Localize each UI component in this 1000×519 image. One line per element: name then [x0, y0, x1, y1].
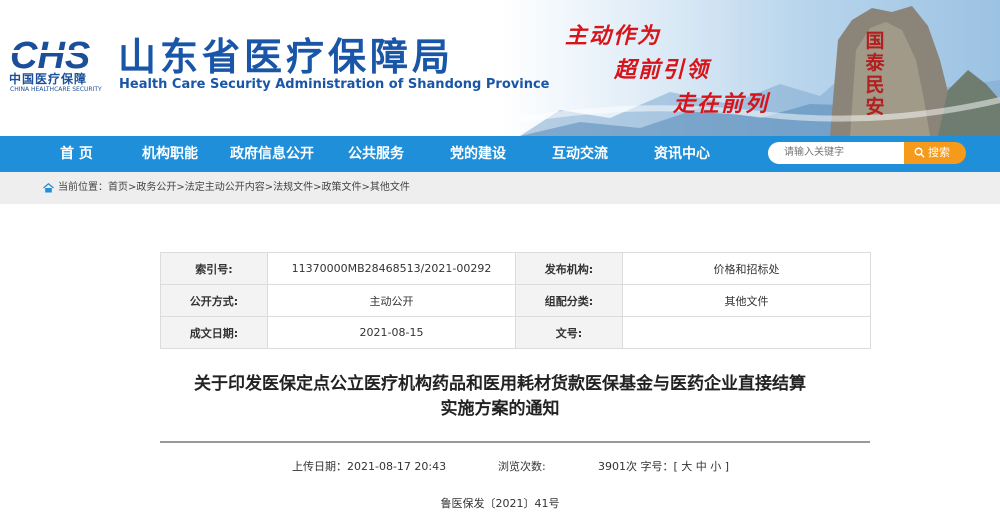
nav-item-party[interactable]: 党的建设 — [450, 136, 506, 172]
views-and-font-size[interactable]: 3901次 字号：[ 大 中 小 ] — [598, 458, 729, 474]
upload-date: 上传日期：2021-08-17 20:43 — [292, 460, 447, 473]
slogan-line-1: 主动作为 — [565, 23, 662, 49]
search-icon — [914, 147, 925, 158]
document-title-line-1: 关于印发医保定点公立医疗机构药品和医用耗材货款医保基金与医药企业直接结算 — [194, 374, 806, 394]
breadcrumb[interactable]: 当前位置：首页>政务公开>法定主动公开内容>法规文件>政策文件>其他文件 — [58, 172, 410, 204]
index-label: 索引号: — [160, 252, 268, 285]
site-subtitle: Health Care Security Administration of S… — [119, 77, 550, 92]
slogan-line-3: 走在前列 — [673, 91, 770, 117]
slogan-line-2: 超前引领 — [614, 57, 711, 83]
document-number: 鲁医保发〔2021〕41号 — [440, 497, 560, 510]
views-label: 浏览次数: — [498, 460, 546, 473]
category-value: 其他文件 — [622, 284, 871, 317]
nav-item-functions[interactable]: 机构职能 — [142, 136, 198, 172]
nav-item-news[interactable]: 资讯中心 — [654, 136, 710, 172]
svg-text:CHS: CHS — [10, 35, 90, 74]
publisher-label: 发布机构: — [515, 252, 623, 285]
docno-value — [622, 316, 871, 349]
open-mode-value: 主动公开 — [267, 284, 516, 317]
index-value: 11370000MB28468513/2021-00292 — [267, 252, 516, 285]
nav-item-gov-info[interactable]: 政府信息公开 — [230, 136, 314, 172]
search-button-label: 搜索 — [928, 146, 950, 159]
breadcrumb-bar: 当前位置：首页>政务公开>法定主动公开内容>法规文件>政策文件>其他文件 — [0, 172, 1000, 204]
date-value: 2021-08-15 — [267, 316, 516, 349]
document-meta-table: 索引号: 11370000MB28468513/2021-00292 发布机构:… — [160, 252, 871, 349]
title-divider — [160, 441, 870, 443]
rock-inscription: 国泰民安 — [865, 30, 885, 118]
chs-logo-icon: CHS — [10, 35, 94, 74]
site-title: 山东省医疗保障局 — [118, 34, 455, 79]
nav-item-home[interactable]: 首 页 — [60, 136, 93, 172]
docno-label: 文号: — [515, 316, 623, 349]
publisher-value: 价格和招标处 — [622, 252, 871, 285]
logo-chinese-text: 中国医疗保障 — [9, 72, 88, 86]
site-header: CHS 中国医疗保障 CHINA HEALTHCARE SECURITY 山东省… — [0, 0, 1000, 136]
category-label: 组配分类: — [515, 284, 623, 317]
date-label: 成文日期: — [160, 316, 268, 349]
document-title-line-2: 实施方案的通知 — [440, 399, 560, 419]
search-button[interactable]: 搜索 — [904, 142, 966, 164]
nav-item-public-service[interactable]: 公共服务 — [348, 136, 404, 172]
document-title: 关于印发医保定点公立医疗机构药品和医用耗材货款医保基金与医药企业直接结算 实施方… — [130, 372, 870, 422]
home-icon — [43, 183, 54, 193]
search-input[interactable] — [768, 142, 904, 164]
open-mode-label: 公开方式: — [160, 284, 268, 317]
logo-english-text: CHINA HEALTHCARE SECURITY — [10, 86, 102, 93]
nav-item-interaction[interactable]: 互动交流 — [552, 136, 608, 172]
